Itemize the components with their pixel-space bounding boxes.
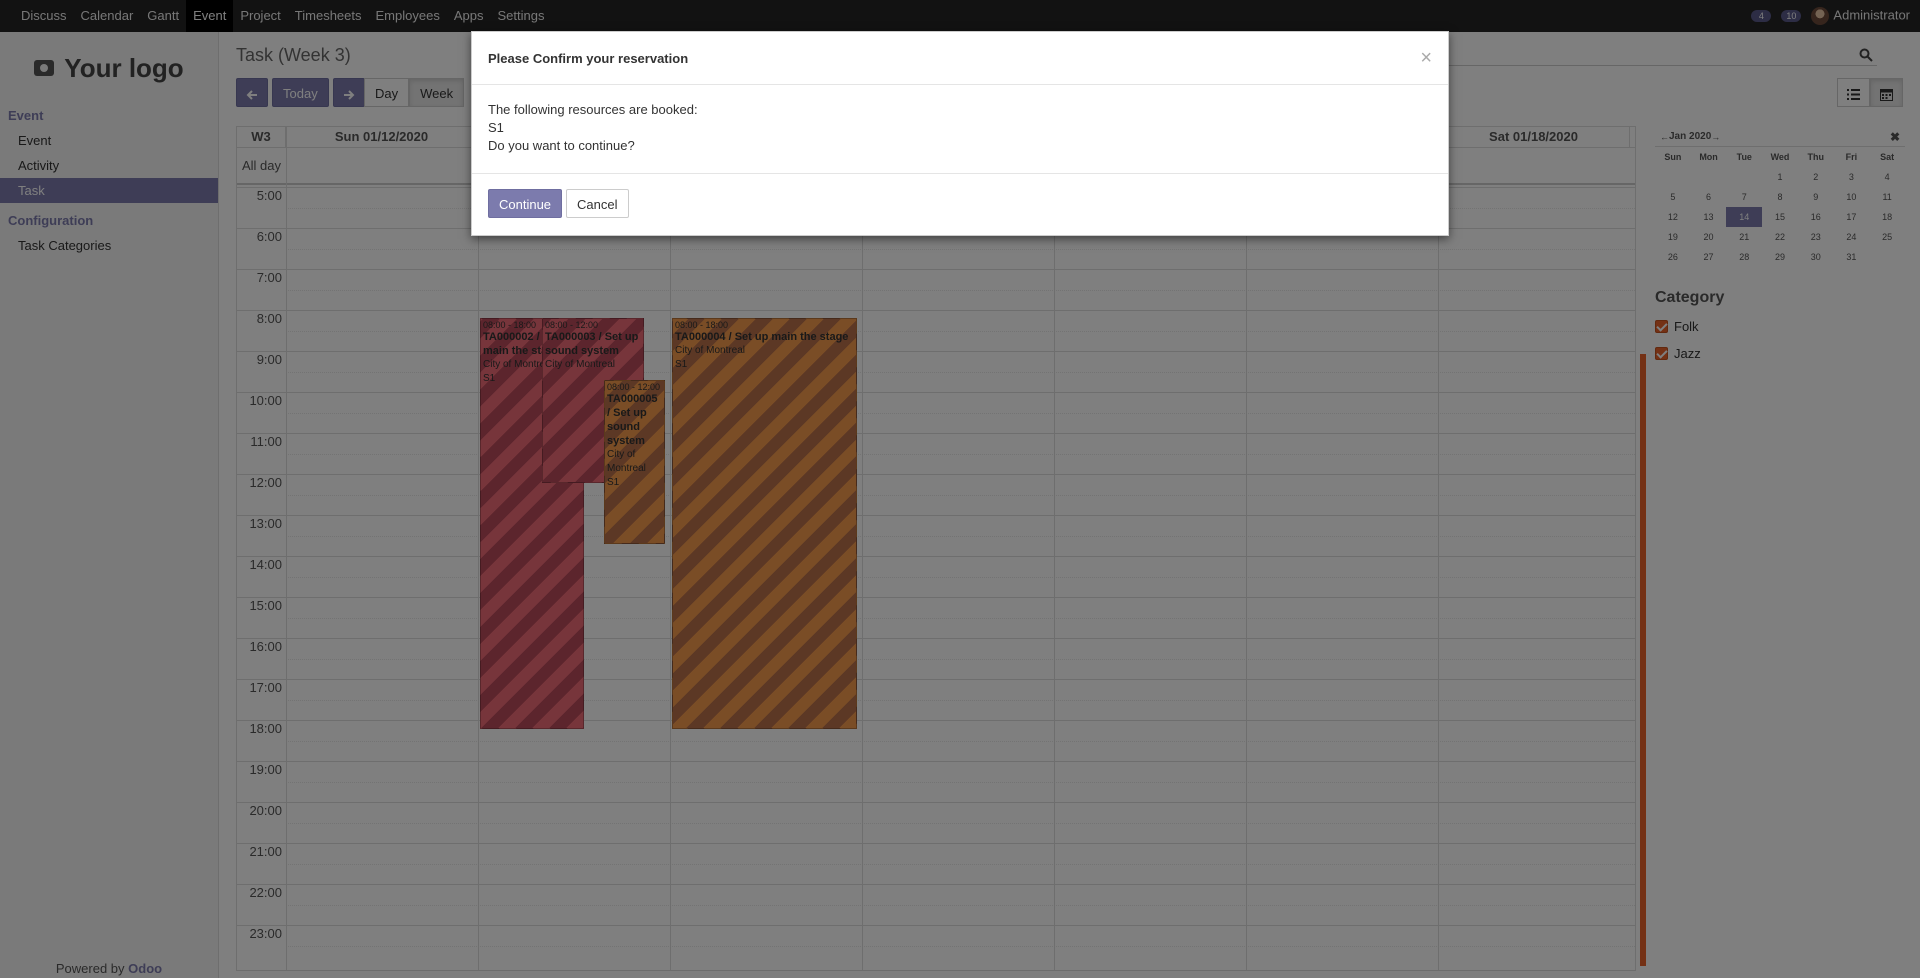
confirm-dialog: Please Confirm your reservation × The fo…: [471, 31, 1449, 236]
booked-resource: S1: [488, 120, 504, 135]
cancel-button[interactable]: Cancel: [566, 189, 629, 218]
dialog-title: Please Confirm your reservation: [488, 50, 689, 66]
dialog-question: Do you want to continue?: [488, 138, 635, 153]
continue-button[interactable]: Continue: [488, 189, 563, 218]
close-icon[interactable]: ×: [1420, 48, 1432, 68]
dialog-message: The following resources are booked:: [488, 102, 698, 117]
dialog-body: The following resources are booked: S1 D…: [472, 85, 1448, 174]
dialog-footer: Continue Cancel: [472, 174, 1448, 233]
dialog-header: Please Confirm your reservation ×: [472, 32, 1448, 85]
